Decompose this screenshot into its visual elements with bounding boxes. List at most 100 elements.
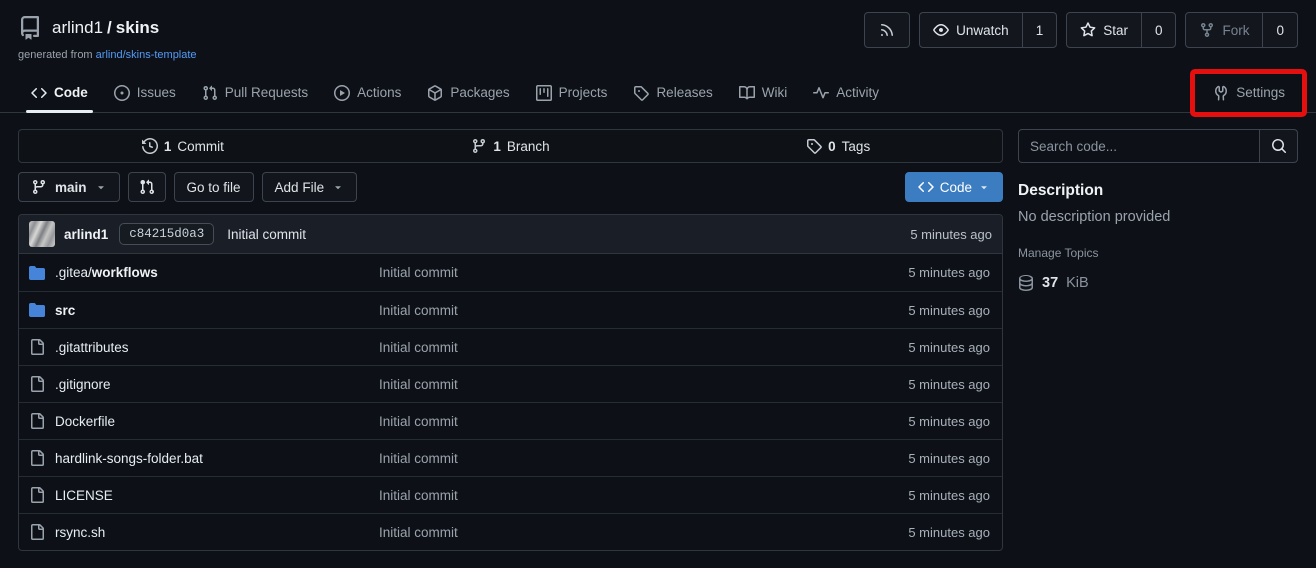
file-icon — [29, 376, 45, 392]
file-commit-time: 5 minutes ago — [908, 488, 992, 503]
compare-button[interactable] — [128, 172, 166, 202]
table-row: hardlink-songs-folder.bat Initial commit… — [19, 439, 1002, 476]
file-commit-message-link[interactable]: Initial commit — [379, 303, 908, 318]
star-count[interactable]: 0 — [1141, 13, 1176, 47]
file-commit-message-link[interactable]: Initial commit — [379, 265, 908, 280]
tab-actions[interactable]: Actions — [321, 73, 414, 112]
tags-stat[interactable]: 0 Tags — [674, 138, 1002, 154]
database-icon — [1018, 275, 1034, 291]
code-search — [1018, 129, 1298, 163]
file-commit-message-link[interactable]: Initial commit — [379, 488, 908, 503]
code-icon — [31, 85, 47, 101]
template-link[interactable]: arlind/skins-template — [96, 49, 197, 61]
rss-button[interactable] — [864, 12, 910, 48]
search-icon — [1271, 138, 1287, 154]
file-commit-time: 5 minutes ago — [908, 265, 992, 280]
tab-packages[interactable]: Packages — [414, 73, 522, 112]
unwatch-button[interactable]: Unwatch — [920, 13, 1022, 47]
branch-selector[interactable]: main — [18, 172, 120, 202]
repo-stats-bar: 1 Commit 1 Branch 0 Tags — [18, 129, 1003, 163]
add-file-button[interactable]: Add File — [262, 172, 358, 202]
file-commit-message-link[interactable]: Initial commit — [379, 414, 908, 429]
search-input[interactable] — [1018, 129, 1259, 163]
file-rows: .gitea/workflows Initial commit 5 minute… — [19, 254, 1002, 550]
file-icon — [29, 339, 45, 355]
file-name-link[interactable]: rsync.sh — [29, 524, 379, 540]
wrench-icon — [1213, 85, 1229, 101]
tag-icon — [633, 85, 649, 101]
file-commit-message-link[interactable]: Initial commit — [379, 525, 908, 540]
repo-sidebar: Description No description provided Mana… — [1018, 129, 1298, 551]
branches-stat[interactable]: 1 Branch — [347, 138, 675, 154]
generated-from: generated from arlind/skins-template — [18, 49, 1298, 61]
file-commit-message-link[interactable]: Initial commit — [379, 340, 908, 355]
repo-content: 1 Commit 1 Branch 0 Tags main — [18, 129, 1003, 551]
repo-tabs: Code Issues Pull Requests Actions Packag… — [0, 73, 1316, 113]
repo-owner-link[interactable]: arlind1 — [52, 18, 103, 37]
star-icon — [1080, 22, 1096, 38]
commit-hash-link[interactable]: c84215d0a3 — [119, 223, 214, 245]
repo-header: arlind1/skins generated from arlind/skin… — [0, 0, 1316, 61]
go-to-file-button[interactable]: Go to file — [174, 172, 254, 202]
star-button[interactable]: Star — [1067, 13, 1141, 47]
watch-button-group: Unwatch 1 — [919, 12, 1057, 48]
manage-topics-link[interactable]: Manage Topics — [1018, 246, 1298, 260]
fork-button-group: Fork 0 — [1185, 12, 1298, 48]
tab-settings[interactable]: Settings — [1200, 73, 1298, 112]
chevron-down-icon — [95, 181, 107, 193]
commit-author-link[interactable]: arlind1 — [64, 227, 108, 242]
tag-icon — [806, 138, 822, 154]
tab-activity[interactable]: Activity — [800, 73, 892, 112]
file-commit-message-link[interactable]: Initial commit — [379, 451, 908, 466]
table-row: rsync.sh Initial commit 5 minutes ago — [19, 513, 1002, 550]
file-commit-time: 5 minutes ago — [908, 525, 992, 540]
latest-commit-row: arlind1 c84215d0a3 Initial commit 5 minu… — [19, 215, 1002, 254]
branch-icon — [31, 179, 47, 195]
tab-wiki[interactable]: Wiki — [726, 73, 801, 112]
description-heading: Description — [1018, 182, 1298, 200]
file-name-link[interactable]: .gitea/workflows — [29, 265, 379, 281]
code-download-button[interactable]: Code — [905, 172, 1003, 202]
file-name-link[interactable]: src — [29, 302, 379, 318]
code-icon — [918, 179, 934, 195]
tab-projects[interactable]: Projects — [523, 73, 621, 112]
file-name-link[interactable]: .gitattributes — [29, 339, 379, 355]
repo-size: 37 KiB — [1018, 275, 1298, 291]
play-icon — [334, 85, 350, 101]
table-row: Dockerfile Initial commit 5 minutes ago — [19, 402, 1002, 439]
file-commit-time: 5 minutes ago — [908, 303, 992, 318]
avatar[interactable] — [29, 221, 55, 247]
chevron-down-icon — [978, 181, 990, 193]
file-name-link[interactable]: Dockerfile — [29, 413, 379, 429]
file-name-link[interactable]: hardlink-songs-folder.bat — [29, 450, 379, 466]
page-title: arlind1/skins — [52, 18, 159, 38]
file-commit-message-link[interactable]: Initial commit — [379, 377, 908, 392]
tab-releases[interactable]: Releases — [620, 73, 725, 112]
tab-code[interactable]: Code — [18, 73, 101, 112]
repo-name-link[interactable]: skins — [116, 18, 159, 37]
fork-button[interactable]: Fork — [1186, 13, 1262, 47]
file-icon — [29, 450, 45, 466]
table-row: .gitea/workflows Initial commit 5 minute… — [19, 254, 1002, 291]
file-commit-time: 5 minutes ago — [908, 377, 992, 392]
pull-request-icon — [202, 85, 218, 101]
file-name-link[interactable]: LICENSE — [29, 487, 379, 503]
branch-icon — [471, 138, 487, 154]
repo-icon — [18, 16, 42, 40]
folder-icon — [29, 265, 45, 281]
commit-message-link[interactable]: Initial commit — [227, 227, 306, 242]
fork-count[interactable]: 0 — [1262, 13, 1297, 47]
table-row: .gitignore Initial commit 5 minutes ago — [19, 365, 1002, 402]
search-button[interactable] — [1259, 129, 1298, 163]
file-commit-time: 5 minutes ago — [908, 340, 992, 355]
issue-icon — [114, 85, 130, 101]
tab-issues[interactable]: Issues — [101, 73, 189, 112]
tab-pull-requests[interactable]: Pull Requests — [189, 73, 321, 112]
star-button-group: Star 0 — [1066, 12, 1176, 48]
chevron-down-icon — [332, 181, 344, 193]
commits-stat[interactable]: 1 Commit — [19, 138, 347, 154]
file-name-link[interactable]: .gitignore — [29, 376, 379, 392]
project-icon — [536, 85, 552, 101]
watch-count[interactable]: 1 — [1022, 13, 1057, 47]
header-actions: Unwatch 1 Star 0 Fork 0 — [864, 12, 1298, 48]
